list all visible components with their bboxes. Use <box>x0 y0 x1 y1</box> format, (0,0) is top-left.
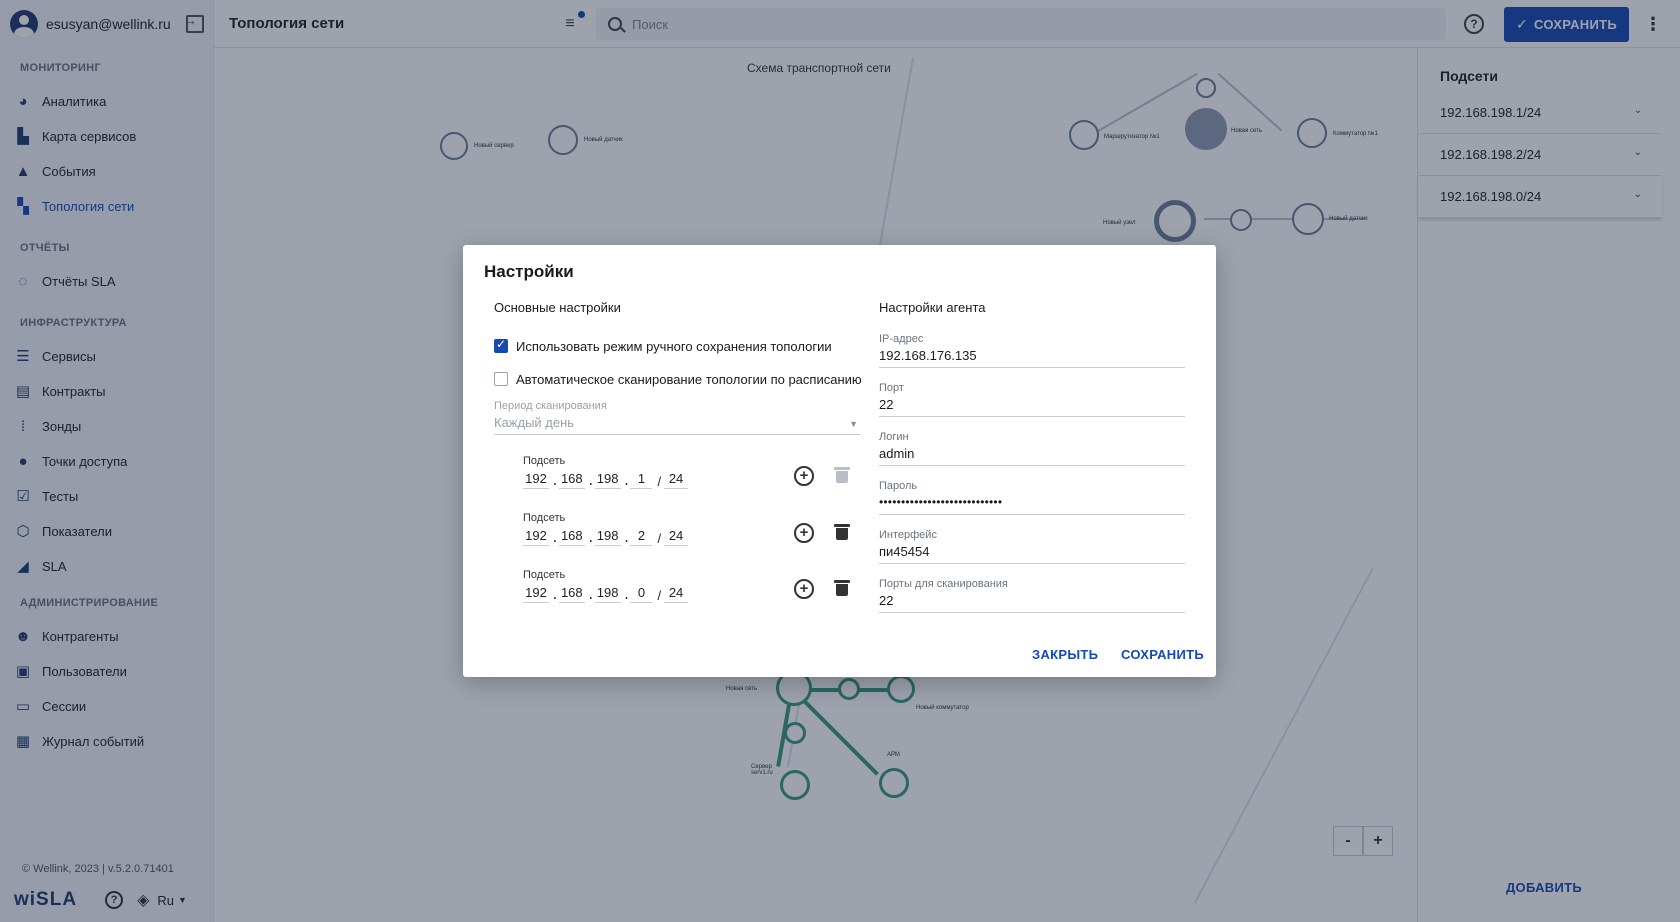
password-label: Пароль <box>879 480 918 492</box>
mask-input[interactable]: 24 <box>664 471 689 489</box>
ip-label: IP-адрес <box>879 333 924 345</box>
octet-input[interactable]: 2 <box>630 528 653 546</box>
manual-save-option[interactable]: Использовать режим ручного сохранения то… <box>494 337 832 355</box>
dialog-title: Настройки <box>484 262 574 281</box>
add-subnet-icon[interactable]: + <box>794 579 814 599</box>
mask-separator: / <box>657 531 662 546</box>
octet-input[interactable]: 198 <box>594 471 621 489</box>
subnet-field: Подсеть 192. 168. 198. 1 / 24 <box>523 455 690 489</box>
add-subnet-icon[interactable]: + <box>794 523 814 543</box>
close-button[interactable]: ЗАКРЫТЬ <box>1032 647 1098 662</box>
auto-scan-checkbox[interactable] <box>494 372 508 386</box>
subnet-label: Подсеть <box>523 512 566 524</box>
port-input[interactable]: 22 <box>879 397 1185 417</box>
subnet-field: Подсеть 192. 168. 198. 0 / 24 <box>523 569 690 603</box>
interface-field[interactable]: Интерфейс пи45454 <box>879 529 1185 564</box>
dialog-save-button[interactable]: СОХРАНИТЬ <box>1121 647 1204 662</box>
mask-input[interactable]: 24 <box>664 585 689 603</box>
interface-label: Интерфейс <box>879 529 937 541</box>
subnet-octets: 192. 168. 198. 2 / 24 <box>523 528 690 546</box>
scan-ports-label: Порты для сканирования <box>879 578 1008 590</box>
scan-period-select: Каждый день ▼ <box>494 415 860 435</box>
manual-save-checkbox[interactable] <box>494 337 508 353</box>
subnet-label: Подсеть <box>523 569 566 581</box>
add-subnet-icon[interactable]: + <box>794 466 814 486</box>
caret-down-icon: ▼ <box>849 419 858 429</box>
scan-period-value: Каждый день <box>494 415 575 430</box>
subnet-field: Подсеть 192. 168. 198. 2 / 24 <box>523 512 690 546</box>
auto-scan-label: Автоматическое сканирование топологии по… <box>516 371 862 387</box>
octet-input[interactable]: 198 <box>594 528 621 546</box>
login-field[interactable]: Логин admin <box>879 431 1185 466</box>
octet-input[interactable]: 1 <box>630 471 653 489</box>
octet-input[interactable]: 0 <box>630 585 653 603</box>
login-input[interactable]: admin <box>879 446 1185 466</box>
octet-input[interactable]: 198 <box>594 585 621 603</box>
delete-icon <box>834 467 850 483</box>
scan-ports-input[interactable]: 22 <box>879 593 1185 613</box>
delete-icon[interactable] <box>834 524 850 540</box>
octet-input[interactable]: 168 <box>558 528 585 546</box>
scan-period-label: Период сканирования <box>494 400 607 412</box>
manual-save-label: Использовать режим ручного сохранения то… <box>516 338 832 354</box>
octet-input[interactable]: 168 <box>558 585 585 603</box>
port-label: Порт <box>879 382 904 394</box>
ip-field[interactable]: IP-адрес 192.168.176.135 <box>879 333 1185 368</box>
basic-settings-title: Основные настройки <box>494 300 621 315</box>
settings-dialog: Настройки Основные настройки Использоват… <box>463 245 1216 677</box>
mask-separator: / <box>657 588 662 603</box>
ip-input[interactable]: 192.168.176.135 <box>879 348 1185 368</box>
password-field[interactable]: Пароль •••••••••••••••••••••••••••• <box>879 480 1185 515</box>
mask-separator: / <box>657 474 662 489</box>
subnet-octets: 192. 168. 198. 1 / 24 <box>523 471 690 489</box>
mask-input[interactable]: 24 <box>664 528 689 546</box>
octet-input[interactable]: 192 <box>523 471 549 489</box>
agent-settings-title: Настройки агента <box>879 300 986 315</box>
scan-ports-field[interactable]: Порты для сканирования 22 <box>879 578 1185 613</box>
delete-icon[interactable] <box>834 580 850 596</box>
subnet-octets: 192. 168. 198. 0 / 24 <box>523 585 690 603</box>
login-label: Логин <box>879 431 909 443</box>
port-field[interactable]: Порт 22 <box>879 382 1185 417</box>
interface-input[interactable]: пи45454 <box>879 544 1185 564</box>
octet-input[interactable]: 192 <box>523 585 549 603</box>
auto-scan-option[interactable]: Автоматическое сканирование топологии по… <box>494 370 862 388</box>
octet-input[interactable]: 168 <box>558 471 585 489</box>
password-input[interactable]: •••••••••••••••••••••••••••• <box>879 495 1185 515</box>
subnet-label: Подсеть <box>523 455 566 467</box>
octet-input[interactable]: 192 <box>523 528 549 546</box>
